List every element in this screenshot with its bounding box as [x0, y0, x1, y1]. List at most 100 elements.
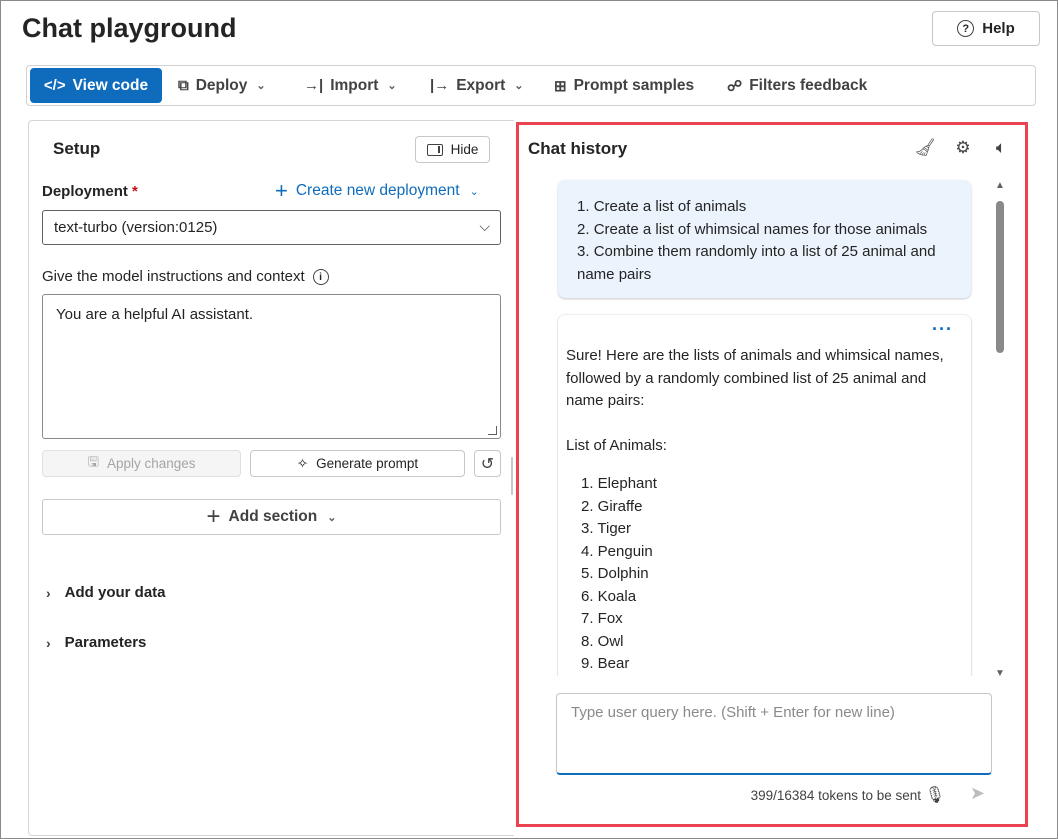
export-label: Export [456, 76, 506, 94]
user-message-line: Create a list of animals [593, 198, 747, 215]
deploy-label: Deploy [195, 76, 248, 94]
assistant-message: ··· Sure! Here are the lists of animals … [558, 315, 971, 676]
hide-button[interactable]: Hide [415, 136, 490, 163]
window-frame: Chat playground ? Help </> View code ⧉ D… [0, 0, 1058, 839]
chevron-down-icon: ⌄ [327, 511, 337, 524]
export-menu-button[interactable]: |→ Export ⌄ [430, 68, 524, 103]
list-item: 3. Combine them randomly into a list of … [577, 243, 936, 283]
create-deployment-label: Create new deployment [295, 182, 460, 199]
question-circle-icon: ? [957, 20, 975, 37]
reset-button[interactable]: ↺ [474, 450, 501, 477]
instructions-label-text: Give the model instructions and context [42, 268, 305, 285]
chat-actions: 🧹︎ ⚙ 🔈︎ [914, 138, 1011, 158]
list-item: 5. Dolphin [581, 565, 649, 582]
user-message-line: Combine them randomly into a list of 25 … [577, 243, 936, 283]
apply-changes-label: Apply changes [106, 456, 196, 471]
filters-feedback-button[interactable]: ☍ Filters feedback [727, 68, 867, 103]
system-message-textarea[interactable]: You are a helpful AI assistant. [42, 294, 501, 439]
view-code-button[interactable]: </> View code [30, 68, 162, 103]
chat-history-title: Chat history [528, 139, 628, 158]
deploy-icon: ⧉ [178, 77, 189, 94]
generate-prompt-label: Generate prompt [316, 456, 419, 471]
help-button[interactable]: ? Help [932, 11, 1040, 46]
setup-panel: Setup Hide Deployment * + Create new dep… [28, 120, 514, 836]
create-deployment-button[interactable]: + Create new deployment ⌄ [275, 178, 479, 203]
deployment-label-text: Deployment [42, 183, 128, 200]
chat-history-panel: Chat history 🧹︎ ⚙ 🔈︎ 1. Create a list of… [516, 122, 1028, 827]
chevron-down-icon: ⌄ [387, 80, 397, 92]
list-item: 4. Penguin [581, 542, 653, 560]
token-count: 399/16384 tokens to be sent [750, 788, 921, 803]
assistant-subheading: List of Animals: [566, 436, 667, 454]
apply-changes-button[interactable]: 🖫 Apply changes [42, 450, 241, 477]
chevron-down-icon: ⌄ [514, 80, 524, 92]
list-item: 8. Owl [581, 632, 624, 650]
undo-icon: ↺ [480, 455, 495, 473]
view-code-label: View code [72, 76, 149, 94]
user-message-line: Create a list of whimsical names for tho… [593, 220, 928, 238]
plus-icon: + [275, 178, 288, 203]
speaker-icon[interactable]: 🔈︎ [991, 138, 1011, 158]
toolbar: </> View code ⧉ Deploy ⌄ →| Import ⌄ |→ … [26, 65, 1036, 106]
feedback-icon: ☍ [727, 77, 743, 95]
panel-collapse-icon [426, 143, 443, 156]
list-item: 6. Koala [581, 587, 637, 605]
deployment-value: text-turbo (version:0125) [54, 219, 218, 236]
instructions-label: Give the model instructions and context … [42, 268, 329, 285]
list-item: 9. Bear [581, 655, 630, 672]
setup-title: Setup [53, 139, 101, 158]
import-menu-button[interactable]: →| Import ⌄ [304, 68, 397, 103]
accordion-parameters[interactable]: › Parameters [46, 634, 146, 651]
save-icon: 🖫 [87, 454, 99, 469]
help-label: Help [982, 20, 1015, 37]
chat-scrollbar[interactable]: ▲ ▼ [993, 177, 1007, 679]
add-section-label: Add section [228, 508, 318, 525]
accordion-label: Add your data [64, 584, 166, 601]
message-list[interactable]: 1. Create a list of animals 2. Create a … [557, 177, 979, 676]
chevron-down-icon: ⌄ [256, 80, 266, 92]
panel-splitter[interactable] [511, 457, 513, 495]
page-title: Chat playground [22, 13, 237, 43]
chevron-down-icon: ⌄ [469, 185, 479, 198]
filters-feedback-label: Filters feedback [749, 76, 868, 94]
scrollbar-thumb[interactable] [996, 201, 1004, 353]
chevron-down-icon: ⌵ [479, 218, 490, 234]
system-message-text: You are a helpful AI assistant. [56, 306, 254, 323]
query-placeholder: Type user query here. (Shift + Enter for… [571, 704, 895, 721]
clear-chat-icon[interactable]: 🧹︎ [914, 138, 936, 158]
plus-icon: + [206, 503, 221, 530]
import-label: Import [330, 76, 379, 94]
export-icon: |→ [430, 77, 450, 94]
chevron-right-icon: › [46, 584, 51, 601]
deployment-select[interactable]: text-turbo (version:0125) ⌵ [42, 210, 501, 245]
deployment-label: Deployment * [42, 183, 138, 200]
import-icon: →| [304, 77, 324, 94]
accordion-label: Parameters [64, 634, 147, 651]
deploy-menu-button[interactable]: ⧉ Deploy ⌄ [178, 68, 266, 103]
list-item: 1. Create a list of animals [577, 198, 747, 215]
more-options-icon[interactable]: ··· [932, 318, 953, 341]
accordion-add-your-data[interactable]: › Add your data [46, 584, 166, 601]
list-item: 2. Giraffe [581, 497, 643, 515]
required-mark: * [132, 183, 138, 200]
resize-grip-icon[interactable] [488, 426, 497, 435]
add-section-button[interactable]: + Add section ⌄ [42, 499, 501, 535]
microphone-icon[interactable]: 🎙︎ [925, 785, 945, 805]
info-icon[interactable]: i [312, 268, 329, 285]
list-item: 3. Tiger [581, 520, 632, 537]
user-message: 1. Create a list of animals 2. Create a … [558, 180, 971, 298]
gear-icon[interactable]: ⚙ [953, 138, 973, 158]
prompt-samples-label: Prompt samples [573, 76, 695, 94]
sparkle-icon: ✧ [296, 455, 309, 471]
generate-prompt-button[interactable]: ✧ Generate prompt [250, 450, 465, 477]
chevron-right-icon: › [46, 634, 51, 651]
assistant-intro: Sure! Here are the lists of animals and … [566, 347, 944, 409]
scroll-up-icon[interactable]: ▲ [995, 180, 1005, 191]
prompt-samples-button[interactable]: ⊞ Prompt samples [554, 68, 694, 103]
code-icon: </> [43, 77, 66, 94]
send-icon[interactable]: ➤ [970, 783, 985, 804]
scroll-down-icon[interactable]: ▼ [995, 668, 1005, 679]
list-item: 7. Fox [581, 610, 623, 627]
list-item: 1. Elephant [581, 475, 657, 492]
user-query-input[interactable]: Type user query here. (Shift + Enter for… [556, 693, 992, 775]
